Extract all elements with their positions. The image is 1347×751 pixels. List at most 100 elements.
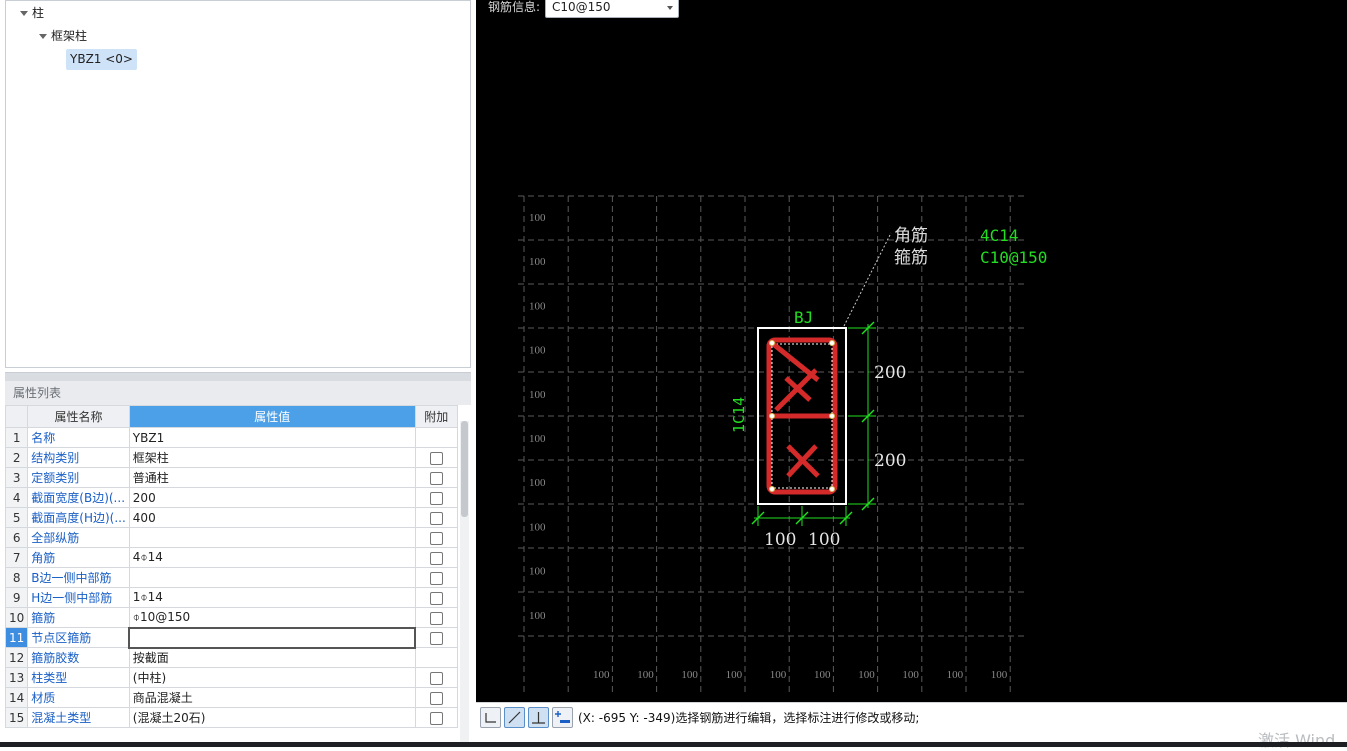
property-name[interactable]: 箍筋胶数 bbox=[27, 647, 130, 668]
property-value[interactable]: 400 bbox=[128, 507, 416, 528]
property-value[interactable]: (混凝土20石) bbox=[128, 707, 416, 728]
property-name[interactable]: 定额类别 bbox=[27, 467, 130, 488]
extra-checkbox[interactable] bbox=[429, 611, 443, 625]
dimension-left: 100 bbox=[764, 530, 796, 550]
property-name[interactable]: 柱类型 bbox=[27, 667, 130, 688]
property-value[interactable]: 普通柱 bbox=[128, 467, 416, 488]
property-name[interactable]: 箍筋 bbox=[27, 607, 130, 628]
property-name[interactable]: 节点区箍筋 bbox=[27, 627, 130, 648]
perpendicular-icon bbox=[532, 712, 545, 724]
tree-item-ybz1[interactable]: YBZ1 <0> bbox=[66, 49, 137, 70]
section-drawing-canvas[interactable]: 100 100 100 100 100 100 100 100 100 100 100 100 100 1… bbox=[476, 0, 1347, 702]
tree-node-frame-column[interactable]: 框架柱 bbox=[39, 25, 87, 47]
property-value[interactable] bbox=[128, 626, 417, 649]
extra-checkbox[interactable] bbox=[429, 691, 443, 705]
header-property-value: 属性值 bbox=[128, 405, 416, 428]
property-value[interactable]: YBZ1 bbox=[128, 427, 416, 448]
property-row[interactable]: 2 结构类别 框架柱 bbox=[5, 447, 458, 468]
extra-cell bbox=[414, 707, 458, 728]
rebar-dot bbox=[829, 413, 835, 419]
row-number: 14 bbox=[5, 687, 29, 708]
header-property-name: 属性名称 bbox=[27, 405, 130, 428]
property-name[interactable]: 截面高度(H边)(... bbox=[27, 507, 130, 528]
property-name[interactable]: 角筋 bbox=[27, 547, 130, 568]
extra-checkbox[interactable] bbox=[429, 671, 443, 685]
property-value[interactable] bbox=[128, 527, 416, 548]
property-value[interactable]: ⌽10@150 bbox=[128, 607, 416, 628]
property-row[interactable]: 7 角筋 4⌽14 bbox=[5, 547, 458, 568]
grid-tick-label: 100 bbox=[858, 669, 875, 681]
expand-caret-icon[interactable] bbox=[39, 34, 47, 39]
add-bar-tool-button[interactable] bbox=[552, 707, 573, 728]
property-name[interactable]: 材质 bbox=[27, 687, 130, 708]
property-name[interactable]: 截面宽度(B边)(... bbox=[27, 487, 130, 508]
property-value[interactable]: 200 bbox=[128, 487, 416, 508]
header-extra: 附加 bbox=[414, 405, 458, 428]
property-row[interactable]: 3 定额类别 普通柱 bbox=[5, 467, 458, 488]
property-row[interactable]: 15 混凝土类型 (混凝土20石) bbox=[5, 707, 458, 728]
extra-cell bbox=[414, 527, 458, 548]
extra-checkbox[interactable] bbox=[429, 491, 443, 505]
perpendicular-tool-button[interactable] bbox=[528, 707, 549, 728]
row-number: 10 bbox=[5, 607, 29, 628]
extra-checkbox[interactable] bbox=[429, 451, 443, 465]
property-value[interactable]: 按截面 bbox=[128, 647, 416, 668]
extra-checkbox[interactable] bbox=[429, 471, 443, 485]
extra-checkbox[interactable] bbox=[429, 511, 443, 525]
extra-checkbox[interactable] bbox=[429, 571, 443, 585]
property-row[interactable]: 6 全部纵筋 bbox=[5, 527, 458, 548]
grid-tick-label: 100 bbox=[529, 521, 546, 533]
leader-line bbox=[843, 232, 892, 327]
property-row[interactable]: 10 箍筋 ⌽10@150 bbox=[5, 607, 458, 628]
property-name[interactable]: H边一侧中部筋 bbox=[27, 587, 130, 608]
extra-checkbox[interactable] bbox=[429, 551, 443, 565]
property-name[interactable]: 结构类别 bbox=[27, 447, 130, 468]
property-list-title: 属性列表 bbox=[5, 373, 471, 405]
grid-tick-label: 100 bbox=[947, 669, 964, 681]
property-value[interactable]: 商品混凝土 bbox=[128, 687, 416, 708]
property-value[interactable]: 1⌽14 bbox=[128, 587, 416, 608]
line-tool-button[interactable] bbox=[504, 707, 525, 728]
add-rebar-icon bbox=[555, 711, 570, 723]
property-row[interactable]: 11 节点区箍筋 bbox=[5, 626, 458, 649]
tree-item-label: YBZ1 <0> bbox=[70, 52, 133, 66]
property-name[interactable]: B边一侧中部筋 bbox=[27, 567, 130, 588]
rebar-dot bbox=[769, 340, 775, 346]
corner-bar-value: 4C14 bbox=[980, 226, 1019, 245]
expand-caret-icon[interactable] bbox=[20, 11, 28, 16]
rebar-info-select[interactable]: C10@150 bbox=[545, 0, 679, 18]
angle-tool-button[interactable] bbox=[480, 707, 501, 728]
property-value[interactable] bbox=[128, 567, 416, 588]
property-value[interactable]: 4⌽14 bbox=[128, 547, 416, 568]
property-table-header: 属性名称 属性值 附加 bbox=[5, 405, 458, 428]
property-row[interactable]: 13 柱类型 (中柱) bbox=[5, 667, 458, 688]
extra-checkbox[interactable] bbox=[429, 711, 443, 725]
extra-checkbox[interactable] bbox=[429, 531, 443, 545]
property-row[interactable]: 1 名称 YBZ1 bbox=[5, 427, 458, 448]
grid-tick-label: 100 bbox=[902, 669, 919, 681]
property-row[interactable]: 12 箍筋胶数 按截面 bbox=[5, 647, 458, 668]
row-number: 9 bbox=[5, 587, 29, 608]
property-row[interactable]: 5 截面高度(H边)(... 400 bbox=[5, 507, 458, 528]
property-name[interactable]: 全部纵筋 bbox=[27, 527, 130, 548]
grid-tick-label: 100 bbox=[529, 300, 546, 312]
tree-node-column[interactable]: 柱 bbox=[20, 2, 44, 24]
scrollbar-thumb[interactable] bbox=[461, 421, 468, 517]
property-row[interactable]: 4 截面宽度(B边)(... 200 bbox=[5, 487, 458, 508]
extra-checkbox[interactable] bbox=[430, 631, 444, 645]
row-number: 2 bbox=[5, 447, 29, 468]
property-list-scrollbar[interactable] bbox=[460, 421, 469, 745]
section-drawing[interactable]: 100 100 100 100 100 100 100 100 100 100 100 100 100 1… bbox=[476, 0, 1347, 702]
property-row[interactable]: 14 材质 商品混凝土 bbox=[5, 687, 458, 708]
property-value[interactable]: 框架柱 bbox=[128, 447, 416, 468]
property-value[interactable]: (中柱) bbox=[128, 667, 416, 688]
extra-cell bbox=[414, 647, 458, 668]
chevron-down-icon[interactable] bbox=[667, 6, 673, 10]
row-number: 12 bbox=[5, 647, 29, 668]
extra-checkbox[interactable] bbox=[429, 591, 443, 605]
property-name[interactable]: 混凝土类型 bbox=[27, 707, 130, 728]
property-name[interactable]: 名称 bbox=[27, 427, 130, 448]
property-row[interactable]: 8 B边一侧中部筋 bbox=[5, 567, 458, 588]
rebar-info-value: C10@150 bbox=[552, 0, 611, 14]
property-row[interactable]: 9 H边一侧中部筋 1⌽14 bbox=[5, 587, 458, 608]
